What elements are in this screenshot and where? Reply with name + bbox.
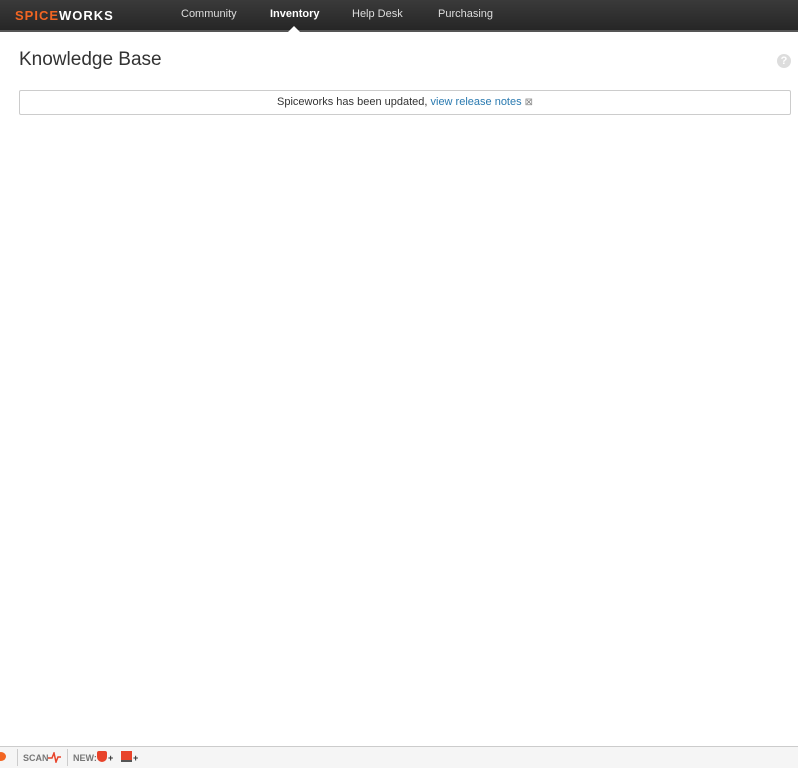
release-notes-link[interactable]: view release notes	[431, 96, 522, 108]
nav-inventory[interactable]: Inventory	[270, 8, 320, 20]
divider	[67, 749, 68, 766]
new-ticket-icon[interactable]	[97, 751, 107, 762]
nav-purchasing[interactable]: Purchasing	[438, 8, 493, 20]
plus-icon: +	[133, 753, 139, 763]
top-nav-bar: SPICEWORKS Community Inventory Help Desk…	[0, 0, 798, 32]
notice-text: Spiceworks has been updated,	[277, 96, 431, 108]
pepper-icon[interactable]	[0, 752, 6, 761]
spiceworks-logo[interactable]: SPICEWORKS	[15, 8, 114, 23]
update-notice: Spiceworks has been updated, view releas…	[19, 90, 791, 115]
nav-community[interactable]: Community	[181, 8, 237, 20]
scan-button[interactable]: SCAN	[23, 753, 49, 763]
new-label: NEW:	[73, 753, 97, 763]
page-title: Knowledge Base	[19, 49, 162, 70]
close-icon[interactable]: ⊠	[525, 97, 533, 108]
bottom-toolbar: SCAN NEW: + +	[0, 746, 798, 768]
active-tab-caret	[288, 26, 300, 32]
scan-pulse-icon	[48, 752, 61, 763]
divider	[17, 749, 18, 766]
help-icon[interactable]: ?	[777, 54, 791, 68]
nav-help-desk[interactable]: Help Desk	[352, 8, 403, 20]
plus-icon: +	[108, 753, 114, 763]
new-device-icon[interactable]	[121, 751, 132, 762]
